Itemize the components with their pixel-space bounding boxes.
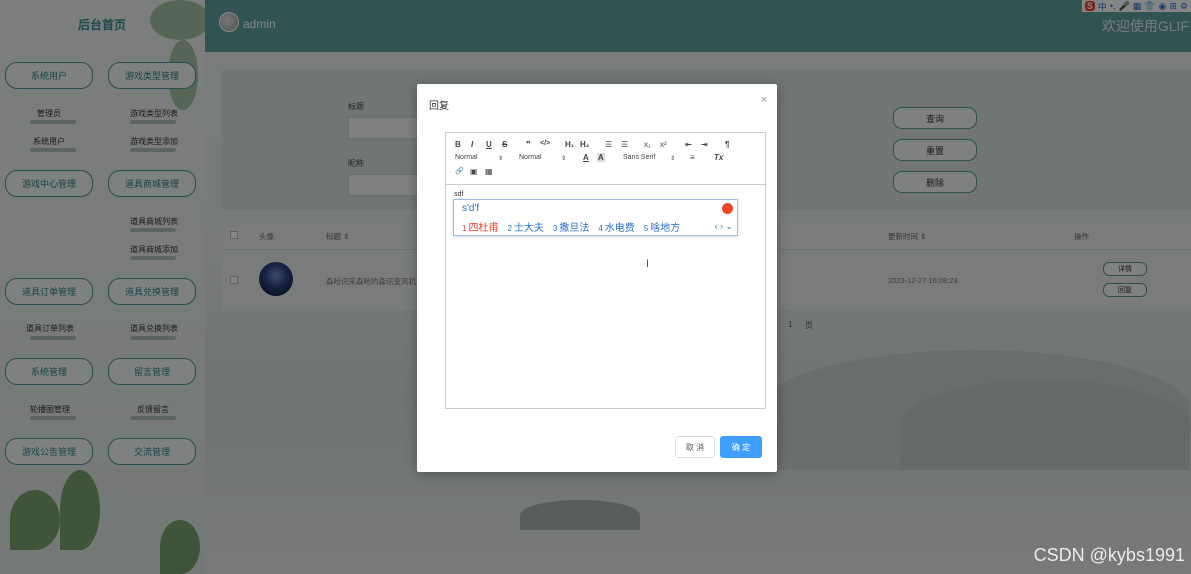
strike-button[interactable]: S	[502, 140, 507, 149]
watermark: CSDN @kybs1991	[1033, 545, 1185, 565]
bold-button[interactable]: B	[455, 140, 461, 149]
quote-icon[interactable]: ❞	[526, 140, 531, 149]
header-dropdown-icon[interactable]: ⇕	[561, 155, 566, 162]
underline-button[interactable]: U	[486, 140, 492, 149]
confirm-button[interactable]: 确 定	[720, 436, 762, 458]
ime-candidates: 1 四杜甫 2 士大夫 3 撒旦法 4 水电费 5 啥地方	[462, 219, 680, 234]
font-dropdown-icon[interactable]: ⇕	[670, 155, 675, 162]
subscript-button[interactable]: x₁	[644, 140, 651, 149]
code-icon[interactable]: </>	[540, 140, 550, 147]
editor-content[interactable]: sdf	[454, 191, 463, 198]
ime-candidate[interactable]: 5 啥地方	[644, 219, 680, 234]
clean-format-icon[interactable]: Tx	[714, 153, 723, 162]
close-icon[interactable]: ×	[761, 94, 767, 106]
size-dropdown-icon[interactable]: ⇕	[498, 155, 503, 162]
ordered-list-icon[interactable]: ☰	[605, 140, 612, 149]
ime-candidate[interactable]: 4 水电费	[598, 219, 634, 234]
ime-candidate[interactable]: 1 四杜甫	[462, 219, 498, 234]
italic-button[interactable]: I	[471, 140, 473, 149]
size-select[interactable]: Normal	[455, 154, 478, 161]
background-color-icon[interactable]: A	[597, 153, 605, 162]
ime-candidate[interactable]: 2 士大夫	[507, 219, 543, 234]
ime-candidate[interactable]: 3 撒旦法	[553, 219, 589, 234]
superscript-button[interactable]: x²	[660, 140, 667, 149]
indent-icon[interactable]: ⇥	[701, 140, 708, 149]
h1-button[interactable]: H₁	[565, 140, 574, 149]
rtl-icon[interactable]: ¶	[725, 140, 729, 149]
outdent-icon[interactable]: ⇤	[685, 140, 692, 149]
ime-pinyin-input: s'd'f	[462, 203, 480, 214]
sogou-logo-icon[interactable]	[722, 203, 733, 214]
bullet-list-icon[interactable]: ☰	[621, 140, 628, 149]
reply-dialog: 回复 × B I U S ❞ </> H₁ H₂ ☰ ☰ x₁ x² ⇤ ⇥ ¶…	[417, 84, 777, 472]
font-select[interactable]: Sans Serif	[623, 154, 655, 161]
video-icon[interactable]: ▦	[485, 167, 493, 176]
editor-toolbar: B I U S ❞ </> H₁ H₂ ☰ ☰ x₁ x² ⇤ ⇥ ¶ Norm…	[446, 133, 765, 185]
align-icon[interactable]: ≡	[690, 153, 695, 162]
ime-page-nav[interactable]: ‹ › ⌄	[714, 221, 733, 232]
header-select[interactable]: Normal	[519, 154, 542, 161]
text-cursor-icon: I	[646, 258, 650, 270]
h2-button[interactable]: H₂	[580, 140, 589, 149]
dialog-title: 回复	[429, 101, 449, 112]
font-color-icon[interactable]: A	[583, 153, 589, 162]
rich-text-editor: B I U S ❞ </> H₁ H₂ ☰ ☰ x₁ x² ⇤ ⇥ ¶ Norm…	[445, 132, 766, 409]
link-icon[interactable]: 🔗	[455, 167, 464, 175]
cancel-button[interactable]: 取 消	[675, 436, 715, 458]
image-icon[interactable]: ▣	[470, 167, 478, 176]
ime-candidate-popup: s'd'f 1 四杜甫 2 士大夫 3 撒旦法 4 水电费 5 啥地方 ‹ › ⌄	[453, 199, 738, 236]
